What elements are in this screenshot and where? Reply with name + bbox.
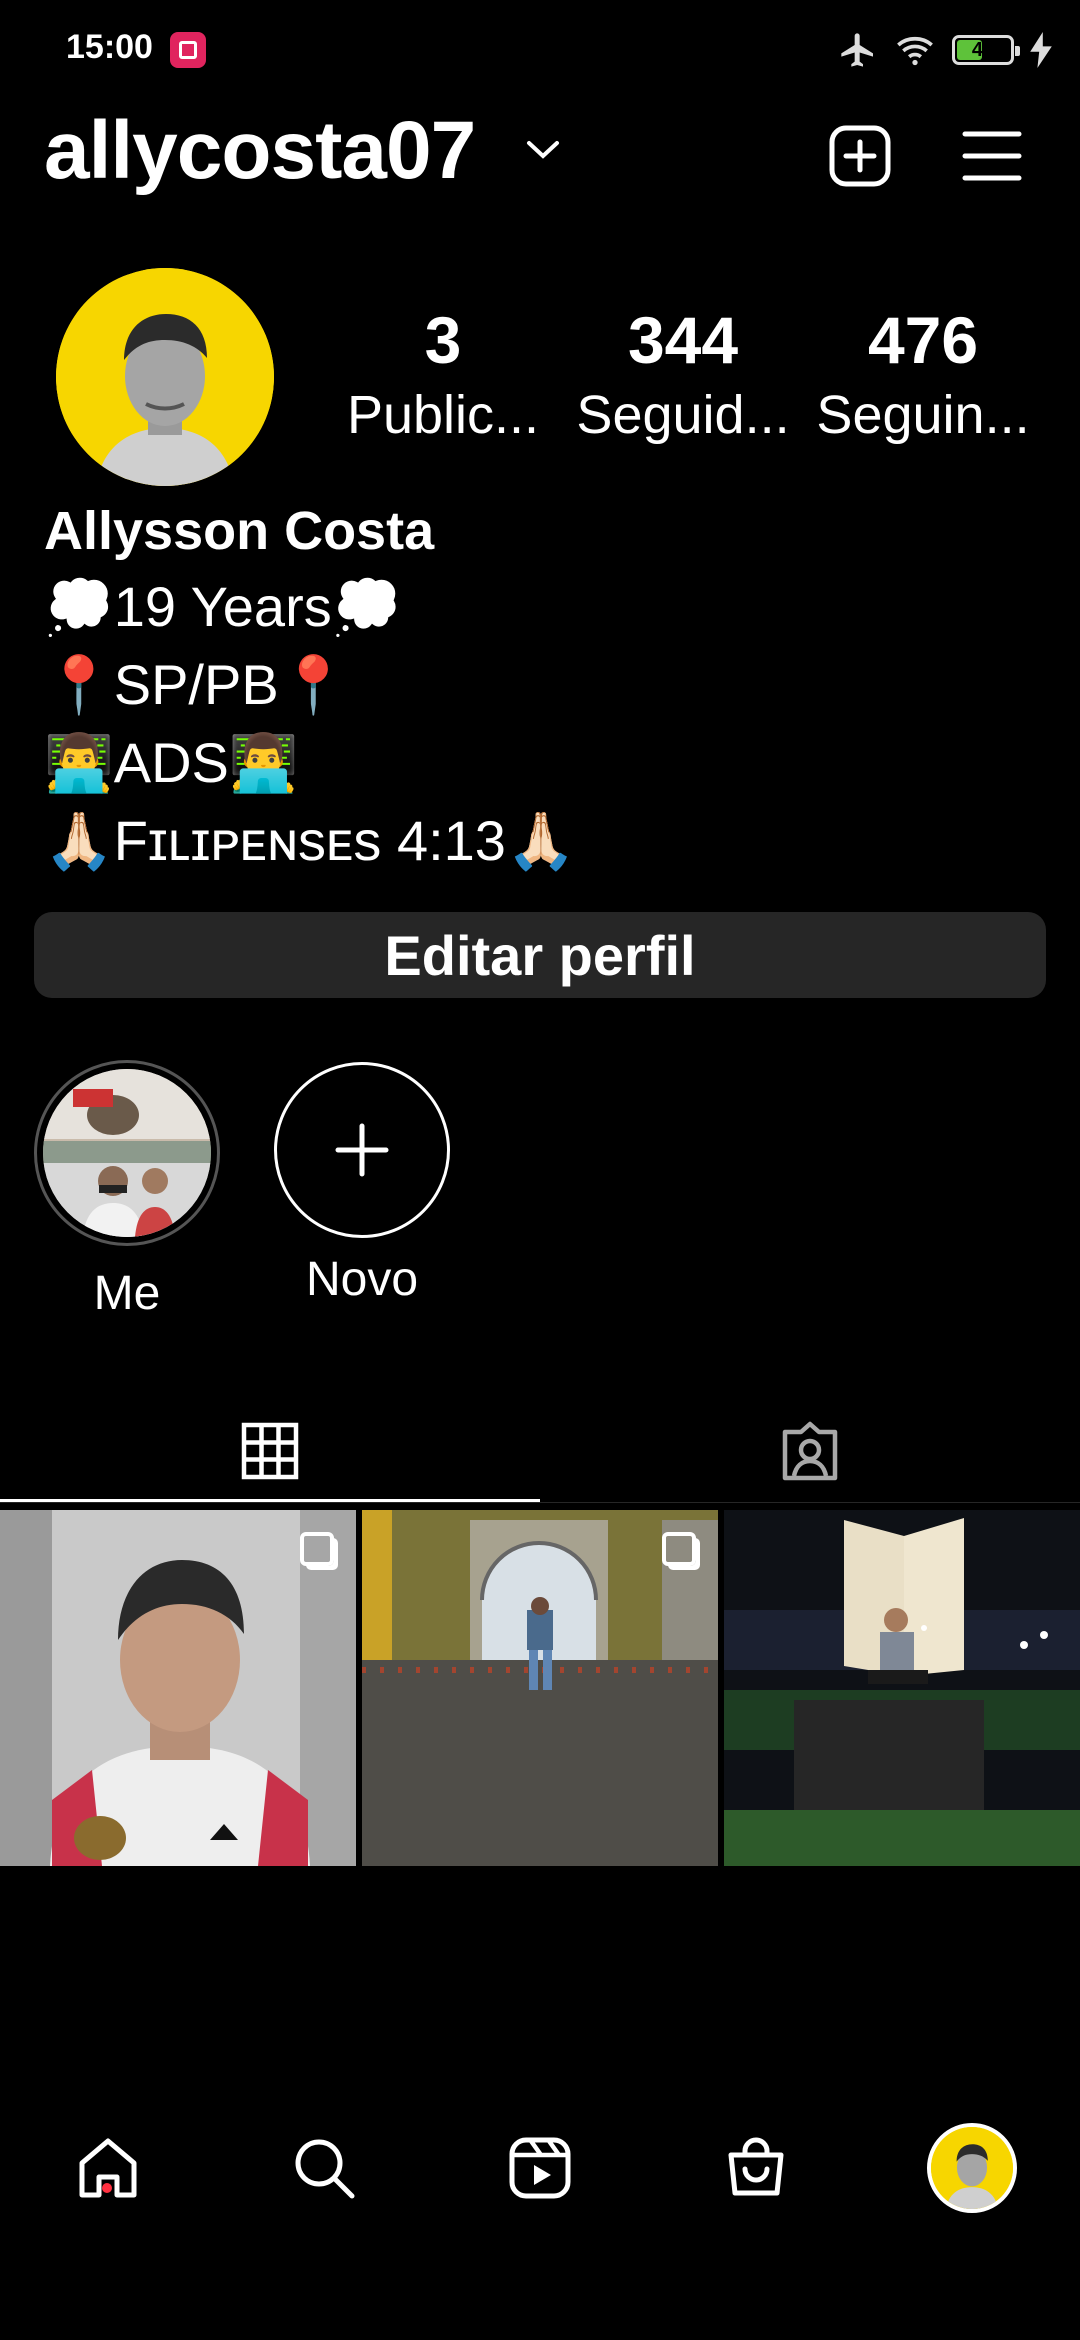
bio-line: 🙏🏻Fɪʟɪᴘᴇɴsᴇs 4:13🙏🏻 <box>44 809 576 872</box>
following-label: Seguin... <box>816 385 1030 445</box>
nav-profile[interactable] <box>912 2108 1032 2228</box>
chevron-down-icon[interactable] <box>526 140 560 160</box>
bio-line: 💭19 Years💭 <box>44 575 402 638</box>
edit-profile-button[interactable]: Editar perfil <box>34 912 1046 998</box>
search-icon <box>295 2139 355 2199</box>
profile-avatar-small <box>927 2123 1017 2213</box>
stat-posts[interactable]: 3 Public... <box>328 300 558 450</box>
notification-app-icon <box>170 32 206 68</box>
stat-followers[interactable]: 344 Seguid... <box>568 300 798 450</box>
tab-tagged[interactable] <box>540 1400 1080 1502</box>
posts-count: 3 <box>424 303 462 377</box>
followers-label: Seguid... <box>576 385 790 445</box>
highlight-me[interactable]: Me <box>32 1060 222 1321</box>
highlight-cover-ring <box>34 1060 220 1246</box>
profile-avatar[interactable] <box>56 268 274 486</box>
nav-reels[interactable] <box>480 2108 600 2228</box>
menu-button[interactable] <box>958 122 1026 190</box>
airplane-mode-icon <box>841 33 873 67</box>
post-thumbnail[interactable] <box>362 1510 718 1866</box>
home-notification-dot <box>102 2183 112 2193</box>
tab-divider <box>0 1502 1080 1503</box>
shop-icon <box>728 2137 784 2196</box>
multiple-photos-icon <box>300 1532 334 1566</box>
status-time: 15:00 <box>66 28 153 66</box>
new-highlight-circle <box>274 1062 450 1238</box>
post-thumbnail[interactable] <box>0 1510 356 1866</box>
nav-search[interactable] <box>264 2108 384 2228</box>
highlight-label: Me <box>93 1267 161 1320</box>
highlight-new[interactable]: Novo <box>267 1062 457 1307</box>
profile-photo <box>56 268 274 486</box>
nav-home[interactable] <box>48 2108 168 2228</box>
wifi-icon <box>897 36 933 66</box>
post-thumbnail[interactable] <box>724 1510 1080 1866</box>
battery-icon: 42 <box>952 35 1020 65</box>
charging-icon <box>1030 32 1052 68</box>
nav-shop[interactable] <box>696 2108 816 2228</box>
followers-count: 344 <box>627 303 739 377</box>
bio-line: 📍SP/PB📍 <box>44 653 349 716</box>
grid-icon <box>241 1422 299 1480</box>
account-username[interactable]: allycosta07 <box>44 104 476 198</box>
multiple-photos-icon <box>662 1532 696 1566</box>
stat-following[interactable]: 476 Seguin... <box>808 300 1038 450</box>
bio-line: 👨‍💻ADS👨‍💻 <box>44 731 299 794</box>
highlight-cover-image <box>43 1069 211 1237</box>
post-image <box>724 1510 1080 1866</box>
hamburger-menu-icon <box>962 131 1022 181</box>
following-count: 476 <box>867 303 979 377</box>
plus-square-icon <box>829 125 891 187</box>
highlight-label: Novo <box>305 1253 419 1306</box>
tagged-person-icon <box>782 1421 838 1481</box>
profile-name: Allysson Costa <box>44 501 435 561</box>
posts-label: Public... <box>346 385 540 445</box>
plus-icon <box>335 1123 389 1177</box>
tab-posts-grid[interactable] <box>0 1400 540 1502</box>
new-post-button[interactable] <box>826 122 894 190</box>
reels-icon <box>509 2137 571 2199</box>
status-icons: 42 <box>838 30 1052 70</box>
battery-level: 42 <box>971 38 995 61</box>
